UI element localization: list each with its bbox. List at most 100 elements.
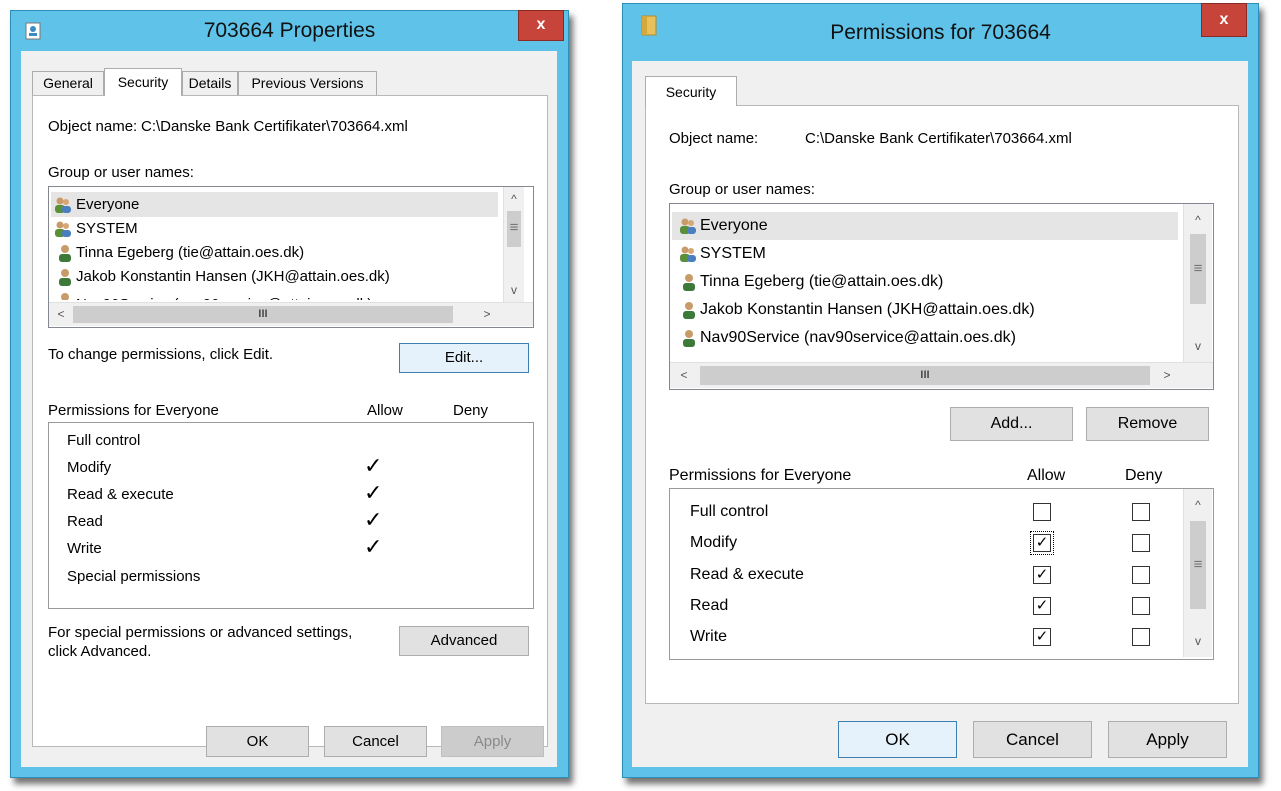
ok-button[interactable]: OK <box>206 726 309 757</box>
apply-button[interactable]: Apply <box>1108 721 1227 758</box>
list-item[interactable]: Tinna Egeberg (tie@attain.oes.dk) <box>51 240 498 265</box>
permission-name: Write <box>690 628 728 645</box>
scroll-thumb[interactable]: ≡ <box>1190 521 1206 609</box>
title-bar[interactable]: Permissions for 703664 x <box>623 3 1258 44</box>
scroll-thumb[interactable]: III <box>73 306 453 323</box>
user-icon <box>59 245 71 262</box>
vertical-scrollbar[interactable]: ^ ≡ v <box>1183 489 1212 657</box>
ok-button[interactable]: OK <box>838 721 957 758</box>
horizontal-scrollbar[interactable]: < III > <box>670 362 1213 388</box>
permissions-list: Full control Modify ✓ Read & execute ✓ R… <box>48 422 534 609</box>
close-button[interactable]: x <box>518 10 564 41</box>
tab-previous-versions[interactable]: Previous Versions <box>238 71 377 96</box>
permission-name: Special permissions <box>67 568 201 585</box>
scroll-down-button[interactable]: v <box>1188 631 1208 651</box>
scroll-thumb[interactable]: ≡ <box>507 211 521 247</box>
user-icon <box>683 330 695 347</box>
group-icon <box>680 218 696 234</box>
allow-checkbox[interactable]: ✓ <box>1033 566 1051 584</box>
title-bar[interactable]: 703664 Properties x <box>11 10 568 51</box>
permission-name: Write <box>67 540 102 557</box>
add-button[interactable]: Add... <box>950 407 1073 441</box>
cancel-button[interactable]: Cancel <box>973 721 1092 758</box>
object-name-value: C:\Danske Bank Certifikater\703664.xml <box>805 130 1072 147</box>
user-name: Everyone <box>700 217 768 234</box>
properties-dialog: 703664 Properties x General Security Det… <box>10 10 569 778</box>
tab-security[interactable]: Security <box>104 68 182 96</box>
group-icon <box>55 221 71 237</box>
permission-name: Read & execute <box>690 566 804 583</box>
allow-checkbox[interactable] <box>1033 503 1051 521</box>
edit-button[interactable]: Edit... <box>399 343 529 373</box>
list-item[interactable]: Everyone <box>672 212 1178 240</box>
cancel-button[interactable]: Cancel <box>324 726 427 757</box>
user-name: Jakob Konstantin Hansen (JKH@attain.oes.… <box>76 268 390 285</box>
permissions-header: Permissions for Everyone <box>48 402 219 419</box>
tab-details[interactable]: Details <box>182 71 238 96</box>
scroll-right-button[interactable]: > <box>477 304 497 324</box>
scroll-down-button[interactable]: v <box>504 280 524 300</box>
list-item[interactable]: Everyone <box>51 192 498 217</box>
user-name: SYSTEM <box>76 220 138 237</box>
permission-name: Modify <box>690 534 738 551</box>
list-item[interactable]: Jakob Konstantin Hansen (JKH@attain.oes.… <box>672 296 1178 324</box>
user-icon <box>683 302 695 319</box>
deny-checkbox[interactable] <box>1132 628 1150 646</box>
deny-column-header: Deny <box>1125 467 1163 484</box>
scroll-left-button[interactable]: < <box>51 304 71 324</box>
list-item[interactable]: Jakob Konstantin Hansen (JKH@attain.oes.… <box>51 264 498 289</box>
tab-general[interactable]: General <box>32 71 104 96</box>
list-item[interactable]: SYSTEM <box>672 240 1178 268</box>
user-name: Jakob Konstantin Hansen (JKH@attain.oes.… <box>700 301 1035 318</box>
scroll-up-button[interactable]: ^ <box>504 189 524 209</box>
list-item[interactable]: SYSTEM <box>51 216 498 241</box>
list-item[interactable]: Nav90Service (nav90service@attain.oes.dk… <box>51 288 498 300</box>
vertical-scrollbar[interactable]: ^ ≡ v <box>503 187 524 303</box>
dialog-client: Security Object name: C:\Danske Bank Cer… <box>632 61 1248 767</box>
dialog-title: Permissions for 703664 <box>830 21 1051 44</box>
permission-name: Read <box>690 597 729 614</box>
allow-checkbox[interactable]: ✓ <box>1030 531 1054 555</box>
deny-checkbox[interactable] <box>1132 534 1150 552</box>
scroll-up-button[interactable]: ^ <box>1188 210 1208 230</box>
user-name: Tinna Egeberg (tie@attain.oes.dk) <box>76 244 305 261</box>
scroll-down-button[interactable]: v <box>1188 336 1208 356</box>
scroll-up-button[interactable]: ^ <box>1188 495 1208 515</box>
allow-check-icon: ✓ <box>364 453 383 478</box>
scroll-thumb[interactable]: ≡ <box>1190 234 1206 304</box>
change-permissions-text: To change permissions, click Edit. <box>48 346 274 363</box>
allow-checkbox[interactable]: ✓ <box>1033 597 1051 615</box>
advanced-button[interactable]: Advanced <box>399 626 529 656</box>
user-icon <box>59 269 71 286</box>
user-name: SYSTEM <box>700 245 766 262</box>
deny-checkbox[interactable] <box>1132 503 1150 521</box>
allow-checkbox[interactable]: ✓ <box>1033 628 1051 646</box>
list-item[interactable]: Nav90Service (nav90service@attain.oes.dk… <box>672 324 1178 352</box>
scroll-thumb[interactable]: III <box>700 366 1150 385</box>
tab-security[interactable]: Security <box>645 76 737 106</box>
scroll-right-button[interactable]: > <box>1157 365 1177 385</box>
vertical-scrollbar[interactable]: ^ ≡ v <box>1183 204 1212 362</box>
permission-name: Modify <box>67 459 112 476</box>
apply-button[interactable]: Apply <box>441 726 544 757</box>
deny-checkbox[interactable] <box>1132 566 1150 584</box>
allow-column-header: Allow <box>367 402 403 419</box>
horizontal-scrollbar[interactable]: < III > <box>49 302 533 326</box>
scroll-left-button[interactable]: < <box>674 365 694 385</box>
special-permissions-text: click Advanced. <box>48 643 152 660</box>
user-name: Everyone <box>76 196 140 213</box>
user-list[interactable]: Everyone SYSTEM Tinna Egeberg (tie@attai… <box>669 203 1214 390</box>
tab-panel: Object name: C:\Danske Bank Certifikater… <box>32 95 548 747</box>
close-button[interactable]: x <box>1201 3 1247 37</box>
user-list[interactable]: Everyone SYSTEM Tinna Egeberg (tie@attai… <box>48 186 534 328</box>
allow-check-icon: ✓ <box>364 507 383 532</box>
permission-name: Read <box>67 513 103 530</box>
remove-button[interactable]: Remove <box>1086 407 1209 441</box>
list-item[interactable]: Tinna Egeberg (tie@attain.oes.dk) <box>672 268 1178 296</box>
permissions-dialog: Permissions for 703664 x Security Object… <box>622 3 1259 778</box>
user-name: Nav90Service (nav90service@attain.oes.dk… <box>76 292 372 300</box>
user-name: Tinna Egeberg (tie@attain.oes.dk) <box>700 273 944 290</box>
deny-checkbox[interactable] <box>1132 597 1150 615</box>
object-name-label: Object name: <box>669 130 759 147</box>
tab-panel: Object name: C:\Danske Bank Certifikater… <box>645 105 1239 704</box>
